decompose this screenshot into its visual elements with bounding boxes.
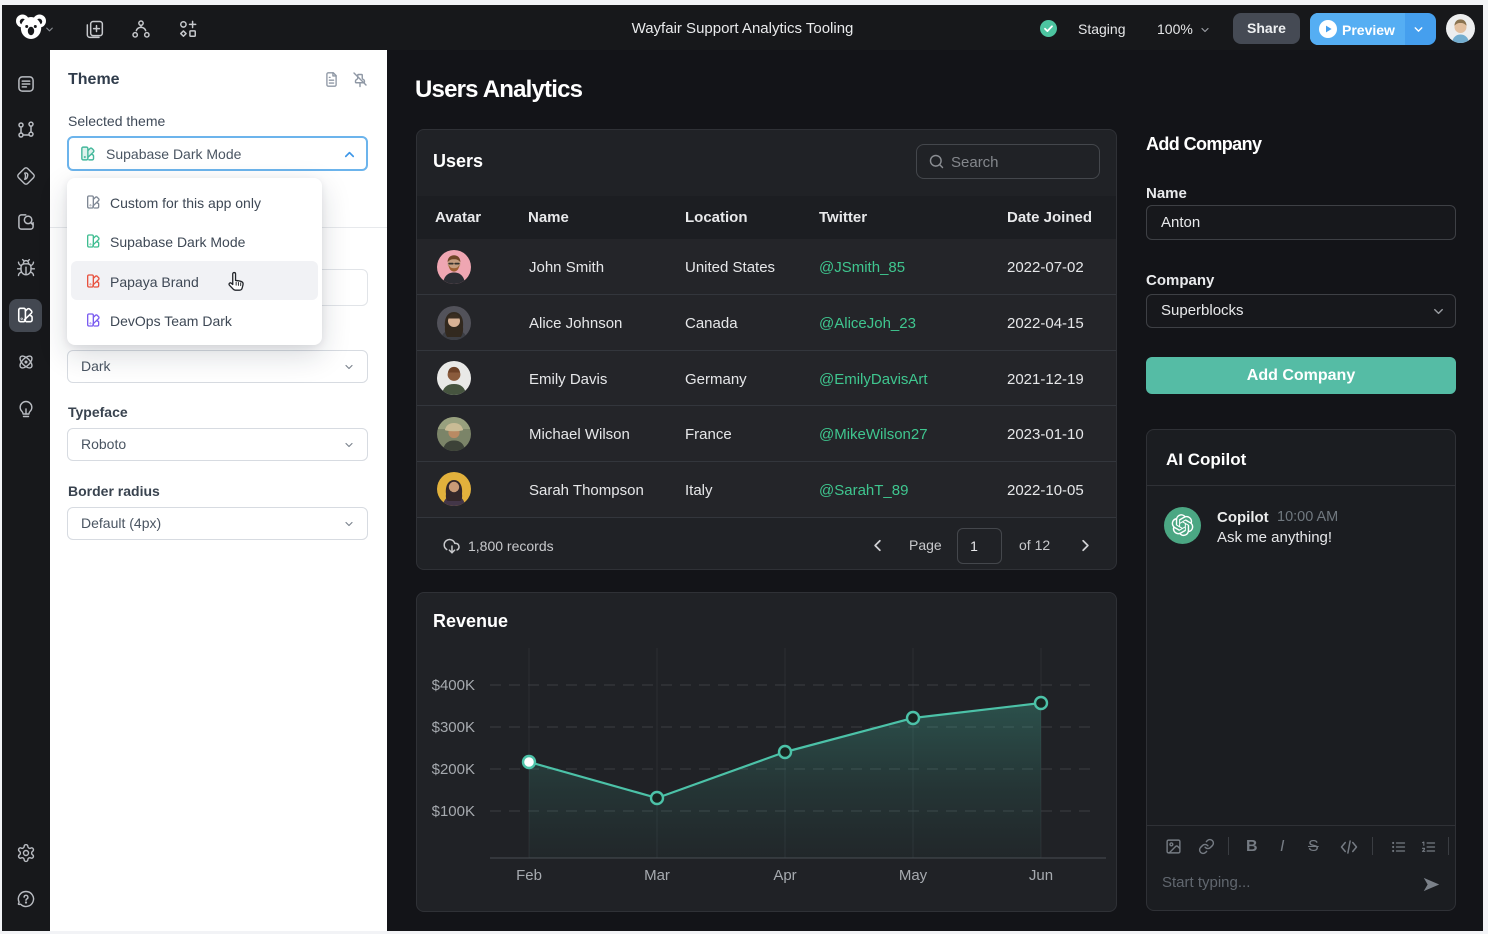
svg-text:$400K: $400K [432, 677, 475, 694]
svg-text:$100K: $100K [432, 803, 475, 820]
svg-text:Jun: Jun [1029, 867, 1053, 884]
svg-text:$200K: $200K [432, 761, 475, 778]
svg-text:Mar: Mar [644, 867, 670, 884]
svg-text:Feb: Feb [516, 867, 542, 884]
svg-text:$300K: $300K [432, 719, 475, 736]
svg-text:Apr: Apr [773, 867, 796, 884]
svg-text:May: May [899, 867, 928, 884]
